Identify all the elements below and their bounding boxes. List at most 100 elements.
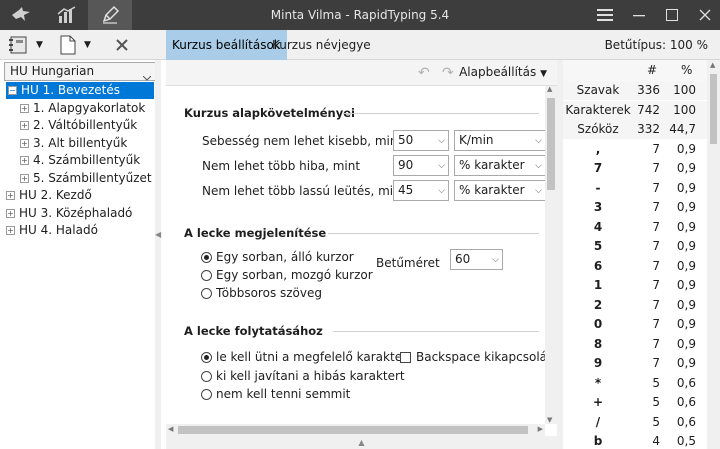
stats-row: 9 7 0,9	[563, 354, 720, 373]
tree-label: 4. Számbillentyűk	[33, 153, 141, 167]
tree-label: 5. Számbillentyűzet	[33, 170, 152, 185]
requirement-value-select[interactable]: 45 ⌵	[393, 180, 449, 201]
new-document-button[interactable]: ▼	[60, 30, 91, 60]
stats-percent: 0,9	[676, 258, 696, 273]
stats-vertical-scrollbar[interactable]: ▲	[707, 60, 720, 449]
undo-icon[interactable]: ↶	[418, 65, 430, 81]
stats-count: 7	[652, 258, 660, 273]
stats-key: 5	[593, 239, 603, 253]
requirement-unit-select[interactable]: % karakter ⌵	[454, 180, 546, 201]
expand-icon[interactable]: +	[20, 138, 29, 148]
stats-percent: 0,9	[676, 297, 696, 312]
close-icon[interactable]	[688, 0, 720, 30]
chevron-down-icon[interactable]: ▼	[84, 40, 91, 50]
stats-key: +	[592, 395, 604, 409]
stats-key: Szavak	[576, 83, 620, 97]
tree-lesson[interactable]: +4. Számbillentyűk	[0, 152, 158, 169]
stats-count: 5	[652, 375, 660, 390]
stats-percent: 0,9	[676, 180, 696, 195]
chevron-down-icon: ⌵	[535, 136, 542, 146]
stats-row: 0 7 0,9	[563, 315, 720, 334]
stats-row: Szóköz 332 44,7	[563, 120, 720, 139]
stats-key: 3	[593, 200, 603, 214]
defaults-menu[interactable]: Alapbeállítás ▼	[459, 60, 547, 86]
stats-count: 7	[652, 180, 660, 195]
delete-button[interactable]	[115, 30, 129, 60]
minimize-icon[interactable]	[622, 0, 656, 30]
stats-percent: 0,9	[676, 219, 696, 234]
tree-lesson[interactable]: +5. Számbillentyűzet	[0, 170, 158, 187]
expand-icon[interactable]: +	[6, 226, 15, 235]
requirement-unit-select[interactable]: % karakter ⌵	[454, 155, 546, 176]
scroll-thumb[interactable]	[178, 426, 528, 434]
requirement-unit-select[interactable]: K/min ⌵	[454, 130, 546, 151]
expand-icon[interactable]: +	[20, 103, 29, 113]
chevron-down-icon: ⌵	[438, 136, 445, 146]
radio-display-2[interactable]	[201, 288, 212, 299]
stats-row: 1 7 0,9	[563, 276, 720, 295]
stats-key: ,	[595, 141, 601, 156]
stats-key: Szóköz	[577, 122, 619, 136]
left-splitter[interactable]: ◀	[155, 60, 161, 449]
stats-count: 7	[652, 297, 660, 312]
stats-percent: 0,9	[676, 141, 696, 156]
requirement-value-select[interactable]: 90 ⌵	[393, 155, 449, 176]
radio-display-1[interactable]	[201, 270, 212, 281]
tree-course[interactable]: − HU 1. Bevezetés	[6, 82, 154, 99]
collapse-left-icon[interactable]: ◀	[155, 230, 161, 239]
stats-row: , 7 0,9	[563, 140, 720, 159]
requirement-label: Sebesség nem lehet kisebb, mint	[202, 134, 403, 148]
radio-continue-2[interactable]	[201, 389, 212, 400]
radio-display-0[interactable]	[201, 252, 212, 263]
font-size-select[interactable]: 60 ⌵	[450, 249, 503, 270]
tree-lesson[interactable]: +2. Váltóbillentyűk	[0, 117, 158, 134]
delete-x-icon	[116, 39, 128, 51]
tree-course[interactable]: + HU 3. Középhaladó	[0, 205, 158, 222]
stats-count: 7	[652, 200, 660, 214]
chevron-down-icon: ⌵	[535, 161, 542, 171]
expand-up-icon[interactable]: ▲	[358, 438, 364, 447]
tree-label: 3. Alt billentyűk	[33, 135, 128, 150]
stats-count: 7	[652, 278, 660, 292]
redo-icon[interactable]: ↷	[442, 65, 454, 81]
count-header: #	[647, 63, 658, 77]
bottom-splitter[interactable]: ▲	[166, 436, 557, 449]
stats-percent: 0,6	[676, 395, 696, 409]
font-size-control[interactable]: Betűtípus: 100 %	[605, 30, 708, 60]
scroll-thumb[interactable]	[710, 74, 717, 144]
backspace-disable-checkbox[interactable]	[400, 352, 411, 363]
scroll-thumb[interactable]	[547, 98, 555, 190]
radio-label: nem kell tenni semmit	[216, 387, 351, 401]
stats-count: 7	[652, 336, 660, 351]
stats-row: 6 7 0,9	[563, 257, 720, 276]
stats-key: 4	[593, 219, 603, 234]
requirement-label: Nem lehet több hiba, mint	[202, 159, 361, 173]
expand-icon[interactable]: +	[20, 121, 29, 130]
collapse-icon[interactable]: −	[8, 86, 17, 95]
expand-icon[interactable]: +	[6, 208, 15, 218]
stats-percent: 0,9	[676, 161, 696, 175]
tree-lesson[interactable]: +3. Alt billentyűk	[0, 135, 158, 152]
stats-row: - 7 0,9	[563, 179, 720, 198]
chevron-down-icon[interactable]: ▼	[36, 40, 43, 50]
radio-continue-0[interactable]	[201, 352, 212, 363]
tree-label: HU 2. Kezdő	[19, 188, 92, 202]
settings-horizontal-scrollbar[interactable]: ◀ ▶	[166, 424, 545, 436]
tab-course-about[interactable]: Kurzus névjegye	[266, 30, 377, 60]
tree-lesson[interactable]: +1. Alapgyakorlatok	[0, 100, 158, 117]
tree-course[interactable]: + HU 2. Kezdő	[0, 187, 158, 204]
language-select[interactable]: HU Hungarian	[4, 62, 156, 81]
expand-icon[interactable]: +	[20, 156, 29, 165]
tree-label: HU 1. Bevezetés	[21, 83, 121, 97]
tree-course[interactable]: + HU 4. Haladó	[0, 222, 158, 239]
radio-continue-1[interactable]	[201, 370, 212, 382]
stats-count: 332	[637, 122, 660, 136]
maximize-icon[interactable]	[655, 0, 689, 30]
hamburger-menu-icon[interactable]	[588, 0, 622, 30]
requirement-value-select[interactable]: 50 ⌵	[393, 130, 449, 151]
expand-icon[interactable]: +	[20, 173, 29, 183]
course-tree-pane: HU Hungarian − HU 1. Bevezetés +1. Alapgya…	[0, 60, 160, 449]
settings-vertical-scrollbar[interactable]: ▲ ▼	[545, 85, 557, 424]
course-book-button[interactable]: ▼	[8, 30, 43, 60]
expand-icon[interactable]: +	[6, 191, 15, 200]
